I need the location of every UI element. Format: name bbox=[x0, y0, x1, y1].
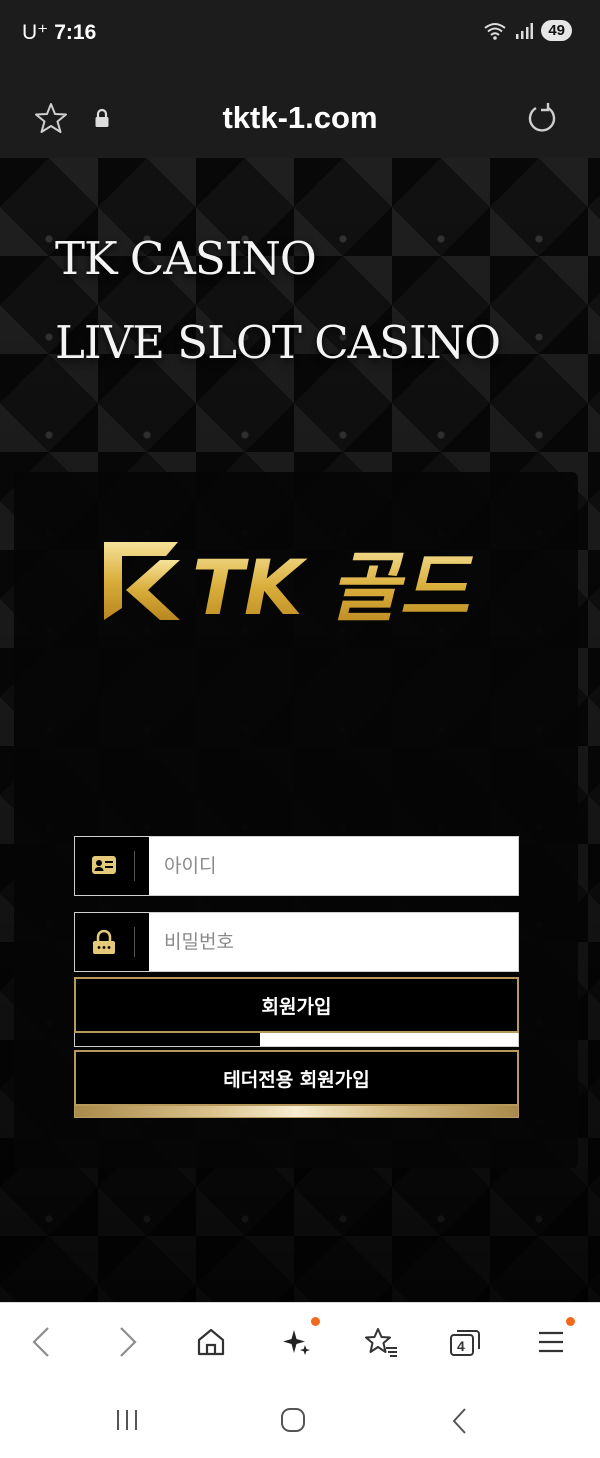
id-icon-cell bbox=[75, 837, 149, 895]
tabs-button[interactable]: 4 bbox=[448, 1327, 482, 1357]
status-left: U⁺ 7:16 bbox=[22, 20, 96, 45]
clock: 7:16 bbox=[54, 21, 97, 44]
hero-title: TK CASINO bbox=[55, 232, 317, 285]
battery-indicator: 49 bbox=[541, 20, 572, 41]
password-input[interactable] bbox=[149, 913, 518, 971]
back-arrow-icon[interactable] bbox=[30, 1325, 52, 1359]
reload-icon[interactable] bbox=[526, 103, 558, 135]
padlock-icon bbox=[93, 930, 115, 954]
carrier-label: U⁺ bbox=[22, 21, 49, 44]
signal-icon bbox=[516, 22, 534, 39]
browser-toolbar: 4 bbox=[0, 1302, 600, 1380]
address-bar: tktk-1.com bbox=[0, 70, 600, 158]
menu-icon[interactable] bbox=[537, 1330, 565, 1354]
separator bbox=[134, 927, 135, 957]
recent-apps-icon[interactable] bbox=[114, 1408, 140, 1432]
wifi-icon bbox=[484, 22, 506, 40]
password-field bbox=[74, 912, 519, 972]
system-navigation-bar bbox=[0, 1380, 600, 1458]
sparkle-icon[interactable] bbox=[282, 1327, 312, 1357]
tab-count: 4 bbox=[457, 1338, 465, 1354]
signup-button[interactable]: 회원가입 bbox=[74, 977, 519, 1033]
home-icon[interactable] bbox=[196, 1327, 226, 1357]
menu-notification-dot bbox=[566, 1317, 575, 1326]
tk-gold-logo: TK 골드 bbox=[104, 542, 473, 624]
home-button-icon[interactable] bbox=[280, 1407, 306, 1433]
status-right: 49 bbox=[483, 20, 572, 41]
username-input[interactable] bbox=[149, 837, 518, 895]
tether-signup-button[interactable]: 테더전용 회원가입 bbox=[74, 1050, 519, 1106]
status-bar: U⁺ 7:16 49 bbox=[0, 0, 600, 70]
url-text[interactable]: tktk-1.com bbox=[0, 100, 600, 136]
logo-text: TK 골드 bbox=[192, 543, 473, 624]
page-content: TK CASINO LIVE SLOT CASINO TK 골드 아이디 인증코… bbox=[0, 158, 600, 1302]
forward-arrow-icon[interactable] bbox=[117, 1325, 139, 1359]
password-icon-cell bbox=[75, 913, 149, 971]
separator bbox=[134, 851, 135, 881]
id-card-icon bbox=[92, 856, 116, 874]
system-back-icon[interactable] bbox=[450, 1407, 468, 1435]
notification-dot bbox=[311, 1317, 320, 1326]
id-field bbox=[74, 836, 519, 896]
hero-subtitle: LIVE SLOT CASINO bbox=[55, 316, 501, 369]
bookmarks-icon[interactable] bbox=[364, 1327, 398, 1357]
tabs-icon bbox=[450, 1330, 480, 1356]
